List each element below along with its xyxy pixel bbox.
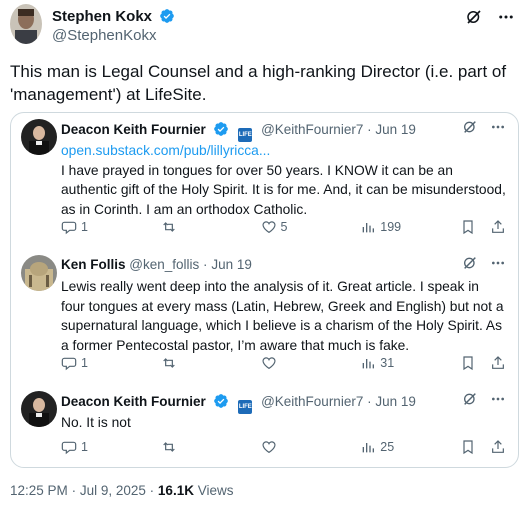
post-metadata: 12:25 PM · Jul 9, 2025 · 16.1K Views: [10, 483, 234, 498]
reply-actions: [462, 255, 506, 271]
save-share: [460, 355, 506, 371]
reply-header: Deacon Keith Fournier LIFE @KeithFournie…: [61, 393, 416, 414]
reply-author-name[interactable]: Deacon Keith Fournier: [61, 394, 206, 409]
views-icon: [362, 443, 375, 453]
more-options-icon[interactable]: [497, 8, 515, 26]
reply-text: Lewis really went deep into the analysis…: [61, 279, 504, 353]
views-button[interactable]: 31: [360, 355, 460, 371]
bookmark-icon[interactable]: [460, 219, 476, 235]
views-icon: [362, 359, 375, 369]
reply-count-value: 1: [81, 356, 88, 370]
reply-handle[interactable]: @ken_follis: [129, 257, 199, 272]
like-count-value: 5: [280, 220, 288, 234]
heart-icon: [261, 357, 276, 370]
post-date[interactable]: Jul 9, 2025: [80, 483, 146, 498]
views-count-value: 31: [380, 356, 395, 370]
reply-actions: [462, 391, 506, 407]
reply-header: Deacon Keith Fournier LIFE @KeithFournie…: [61, 121, 416, 142]
author-name[interactable]: Stephen Kokx: [52, 8, 175, 25]
affiliate-badge[interactable]: LIFE: [238, 400, 253, 414]
views-label: Views: [197, 483, 234, 498]
post-actions: [465, 8, 515, 26]
grok-icon[interactable]: [465, 8, 483, 26]
verified-badge-icon: [160, 9, 175, 23]
reply-stats: 1 5 199: [61, 217, 506, 237]
reply-count[interactable]: 1: [61, 219, 161, 235]
post-time[interactable]: 12:25 PM: [10, 483, 68, 498]
reply-count-value: 1: [81, 440, 88, 454]
grok-icon[interactable]: [462, 255, 478, 271]
more-options-icon[interactable]: [490, 255, 506, 271]
views-button[interactable]: 25: [360, 439, 460, 455]
reply-avatar[interactable]: [21, 119, 57, 155]
reply-date[interactable]: Jun 19: [375, 394, 416, 409]
reply-count[interactable]: 1: [61, 439, 161, 455]
reply-handle[interactable]: @KeithFournier7: [261, 394, 363, 409]
repost-icon: [162, 222, 175, 232]
dot-separator: ·: [367, 122, 372, 137]
reply-link[interactable]: open.substack.com/pub/lillyricca...: [61, 141, 506, 161]
heart-icon: [261, 441, 276, 454]
reply-date[interactable]: Jun 19: [375, 122, 416, 137]
save-share: [460, 219, 506, 235]
reply-text: No. It is not: [61, 415, 131, 430]
author-name-text[interactable]: Stephen Kokx: [52, 8, 152, 25]
verified-badge-icon: [213, 394, 228, 408]
reply-avatar[interactable]: [21, 255, 57, 291]
dot-separator: ·: [149, 483, 155, 498]
verified-badge-icon: [213, 122, 228, 136]
dot-separator: ·: [367, 394, 372, 409]
reply-handle[interactable]: @KeithFournier7: [261, 122, 363, 137]
save-share: [460, 439, 506, 455]
reply-icon: [61, 221, 77, 235]
repost-button[interactable]: [161, 219, 261, 235]
reply-count-value: 1: [81, 220, 88, 234]
repost-icon: [162, 442, 175, 452]
post-text: This man is Legal Counsel and a high-ran…: [10, 62, 507, 104]
dot-separator: ·: [203, 257, 208, 272]
reply-body: open.substack.com/pub/lillyricca... I ha…: [61, 141, 506, 219]
reply-stats: 1 31: [61, 353, 506, 373]
share-icon[interactable]: [490, 219, 506, 235]
like-button[interactable]: [261, 439, 361, 455]
repost-button[interactable]: [161, 439, 261, 455]
share-icon[interactable]: [490, 439, 506, 455]
like-button[interactable]: 5: [261, 219, 361, 235]
affiliate-badge[interactable]: LIFE: [238, 128, 253, 142]
reply-icon: [61, 441, 77, 455]
like-button[interactable]: [261, 355, 361, 371]
views-icon: [362, 223, 375, 233]
reply-icon: [61, 357, 77, 371]
repost-icon: [162, 358, 175, 368]
reply-count[interactable]: 1: [61, 355, 161, 371]
grok-icon[interactable]: [462, 119, 478, 135]
heart-icon: [261, 221, 276, 234]
author-handle[interactable]: @StephenKokx: [52, 27, 156, 44]
reply-avatar[interactable]: [21, 391, 57, 427]
views-count-value: 199: [380, 220, 402, 234]
quoted-thread-card[interactable]: Deacon Keith Fournier LIFE @KeithFournie…: [10, 112, 519, 468]
dot-separator: ·: [71, 483, 77, 498]
reply-author-name[interactable]: Deacon Keith Fournier: [61, 122, 206, 137]
reply-stats: 1 25: [61, 437, 506, 457]
repost-button[interactable]: [161, 355, 261, 371]
reply-date[interactable]: Jun 19: [211, 257, 252, 272]
author-avatar[interactable]: [10, 4, 42, 44]
reply-header: Ken Follis @ken_follis · Jun 19: [61, 257, 252, 272]
views-count: 16.1K: [157, 483, 194, 498]
views-count-value: 25: [380, 440, 395, 454]
grok-icon[interactable]: [462, 391, 478, 407]
reply-actions: [462, 119, 506, 135]
more-options-icon[interactable]: [490, 391, 506, 407]
more-options-icon[interactable]: [490, 119, 506, 135]
views-button[interactable]: 199: [360, 219, 460, 235]
reply-text: I have prayed in tongues for over 50 yea…: [61, 162, 506, 217]
reply-author-name[interactable]: Ken Follis: [61, 257, 126, 272]
bookmark-icon[interactable]: [460, 355, 476, 371]
share-icon[interactable]: [490, 355, 506, 371]
bookmark-icon[interactable]: [460, 439, 476, 455]
